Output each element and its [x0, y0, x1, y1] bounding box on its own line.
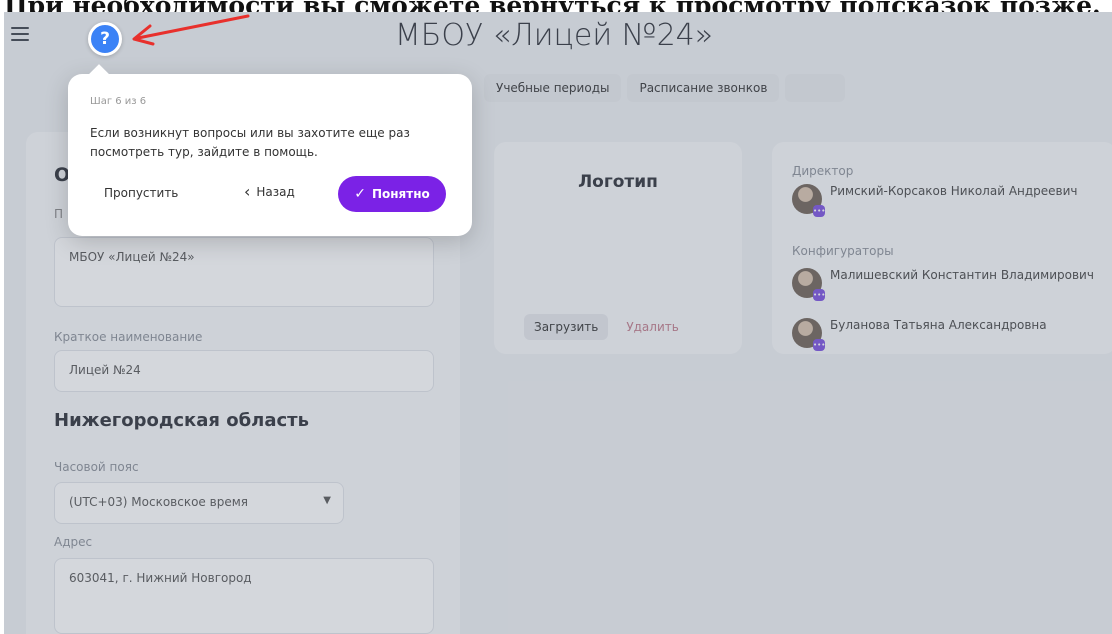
got-it-button[interactable]: ✓ Понятно [338, 176, 446, 212]
back-label: Назад [256, 185, 295, 199]
tour-popover: Шаг 6 из 6 Если возникнут вопросы или вы… [68, 64, 472, 236]
help-question-icon[interactable]: ? [88, 22, 122, 56]
skip-button[interactable]: Пропустить [104, 186, 178, 200]
tour-step-counter: Шаг 6 из 6 [90, 96, 147, 107]
chevron-left-icon: ‹ [244, 182, 251, 201]
check-icon: ✓ [354, 186, 366, 202]
tour-message: Если возникнут вопросы или вы захотите е… [90, 126, 410, 159]
red-arrow-annotation [132, 14, 250, 46]
back-button[interactable]: ‹ Назад [244, 184, 295, 200]
got-it-label: Понятно [371, 187, 430, 201]
